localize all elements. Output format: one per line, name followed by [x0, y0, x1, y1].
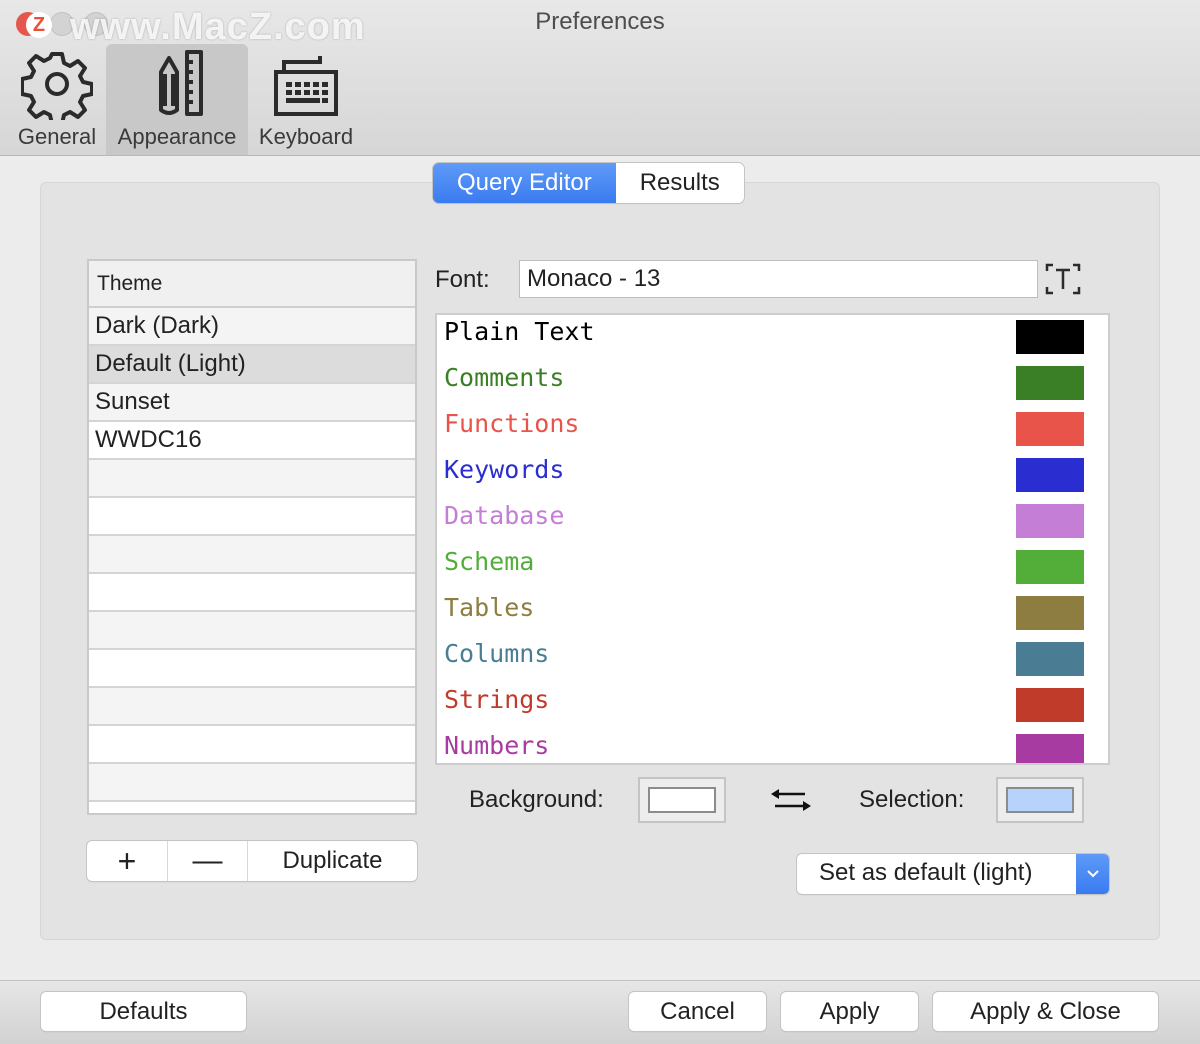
syntax-color-row: Schema: [437, 545, 1108, 591]
syntax-token-label: Database: [444, 501, 565, 530]
cancel-button[interactable]: Cancel: [629, 992, 766, 1031]
theme-list-empty-row: [89, 802, 415, 813]
set-default-popup-value: Set as default (light): [819, 859, 1033, 886]
apply-close-button[interactable]: Apply & Close: [933, 992, 1158, 1031]
pencil-ruler-icon: [159, 50, 203, 116]
syntax-color-swatch[interactable]: [1016, 734, 1084, 763]
syntax-color-row: Numbers: [437, 729, 1108, 763]
toolbar-keyboard-label: Keyboard: [258, 124, 354, 149]
toolbar-general[interactable]: General: [14, 44, 100, 155]
apply-button[interactable]: Apply: [781, 992, 918, 1031]
syntax-color-row: Plain Text: [437, 315, 1108, 361]
theme-list-empty-row: [89, 764, 415, 802]
syntax-color-list: Plain Text Comments Functions Keywords Datab…: [435, 313, 1110, 765]
duplicate-theme-button[interactable]: Duplicate: [248, 841, 417, 881]
background-color-well[interactable]: [638, 777, 726, 823]
syntax-token-label: Plain Text: [444, 317, 595, 346]
syntax-color-swatch[interactable]: [1016, 412, 1084, 446]
font-field[interactable]: Monaco - 13: [519, 260, 1038, 298]
syntax-token-label: Columns: [444, 639, 550, 668]
font-picker-button[interactable]: [1044, 262, 1082, 296]
theme-list-empty-row: [89, 574, 415, 612]
syntax-color-swatch[interactable]: [1016, 320, 1084, 354]
syntax-color-swatch[interactable]: [1016, 596, 1084, 630]
syntax-token-label: Numbers: [444, 731, 550, 760]
background-color-swatch: [648, 787, 716, 813]
syntax-token-label: Comments: [444, 363, 565, 392]
syntax-rows: Plain Text Comments Functions Keywords Datab…: [437, 315, 1108, 763]
theme-list-empty-row: [89, 688, 415, 726]
theme-rows: Dark (Dark) Default (Light) Sunset WWDC16: [89, 308, 415, 813]
syntax-token-label: Functions: [444, 409, 580, 438]
syntax-color-row: Database: [437, 499, 1108, 545]
syntax-token-label: Keywords: [444, 455, 565, 484]
theme-list-item[interactable]: Dark (Dark): [89, 308, 415, 346]
syntax-color-swatch[interactable]: [1016, 504, 1084, 538]
tab-results[interactable]: Results: [615, 163, 744, 203]
background-label: Background:: [469, 786, 604, 813]
syntax-token-label: Tables: [444, 593, 535, 622]
remove-theme-button[interactable]: —: [168, 841, 248, 881]
title-bar: Z www.MacZ.com Preferences General Appea…: [0, 0, 1200, 156]
font-picker-icon: [1045, 263, 1081, 295]
theme-list-empty-row: [89, 726, 415, 764]
toolbar-keyboard[interactable]: Keyboard: [254, 44, 358, 155]
syntax-token-label: Schema: [444, 547, 535, 576]
defaults-button[interactable]: Defaults: [41, 992, 246, 1031]
tab-query-editor[interactable]: Query Editor: [433, 163, 616, 203]
syntax-token-label: Strings: [444, 685, 550, 714]
toolbar-appearance-label: Appearance: [117, 124, 237, 149]
syntax-color-swatch[interactable]: [1016, 458, 1084, 492]
syntax-color-swatch[interactable]: [1016, 366, 1084, 400]
swap-colors-button[interactable]: [769, 786, 813, 814]
theme-list-empty-row: [89, 536, 415, 574]
toolbar-appearance[interactable]: Appearance: [106, 44, 248, 155]
syntax-color-row: Tables: [437, 591, 1108, 637]
selection-label: Selection:: [859, 786, 965, 813]
gear-icon: [21, 52, 93, 120]
set-default-popup[interactable]: Set as default (light): [797, 854, 1109, 894]
theme-list: Theme Dark (Dark) Default (Light) Sunset WW…: [87, 259, 417, 815]
selection-color-well[interactable]: [996, 777, 1084, 823]
syntax-color-row: Functions: [437, 407, 1108, 453]
theme-list-empty-row: [89, 612, 415, 650]
selection-color-swatch: [1006, 787, 1074, 813]
chevron-down-icon: [1076, 854, 1109, 894]
theme-list-empty-row: [89, 460, 415, 498]
theme-list-empty-row: [89, 650, 415, 688]
keyboard-icon: [274, 56, 338, 116]
add-theme-button[interactable]: +: [87, 841, 168, 881]
toolbar-general-label: General: [17, 124, 97, 149]
theme-list-item[interactable]: Sunset: [89, 384, 415, 422]
syntax-color-row: Strings: [437, 683, 1108, 729]
theme-list-item[interactable]: Default (Light): [89, 346, 415, 384]
theme-column-header[interactable]: Theme: [89, 261, 415, 308]
syntax-color-swatch[interactable]: [1016, 642, 1084, 676]
theme-list-item[interactable]: WWDC16: [89, 422, 415, 460]
syntax-color-row: Columns: [437, 637, 1108, 683]
theme-actions: + — Duplicate: [87, 841, 417, 881]
syntax-color-row: Comments: [437, 361, 1108, 407]
editor-tabs: Query Editor Results: [433, 163, 744, 203]
theme-list-empty-row: [89, 498, 415, 536]
window-title: Preferences: [535, 8, 665, 35]
swap-arrows-icon: [771, 789, 811, 811]
syntax-color-swatch[interactable]: [1016, 688, 1084, 722]
font-label: Font:: [435, 266, 490, 293]
syntax-color-row: Keywords: [437, 453, 1108, 499]
syntax-color-swatch[interactable]: [1016, 550, 1084, 584]
